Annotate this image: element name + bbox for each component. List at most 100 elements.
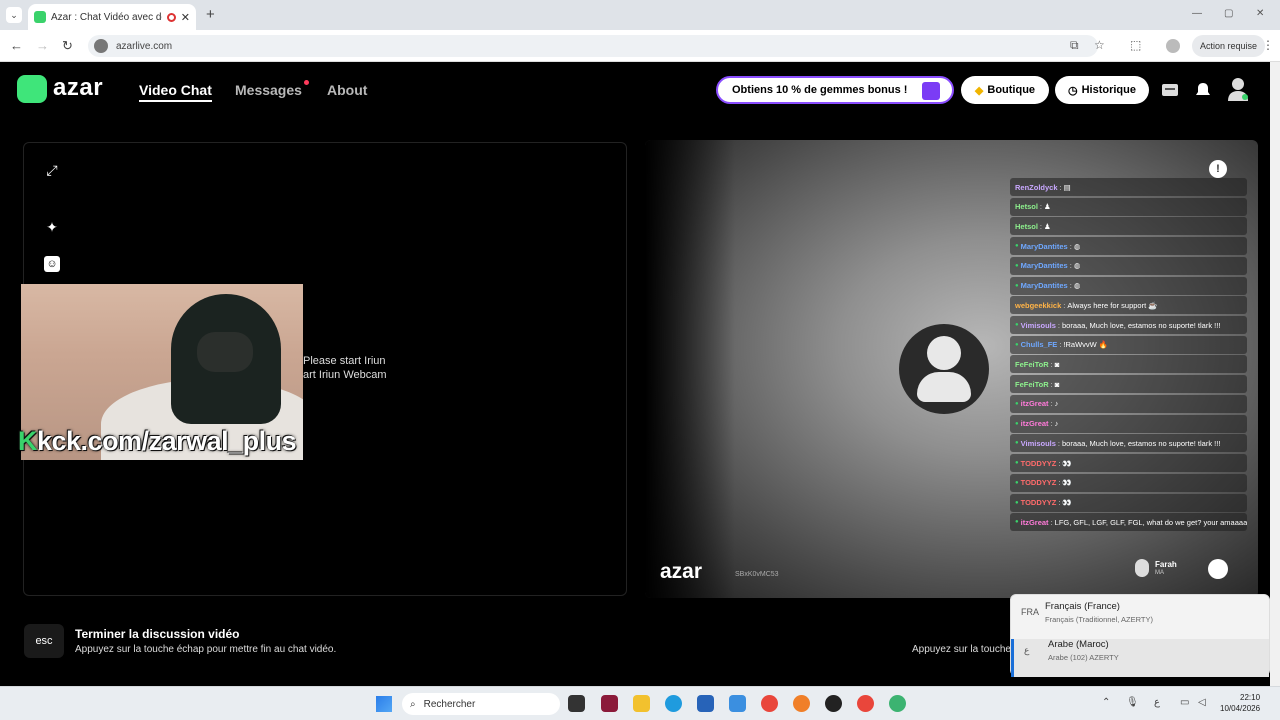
forward-button[interactable]: → (36, 38, 49, 53)
nav-messages[interactable]: Messages (235, 82, 302, 98)
mirrored-webcam-prompt-line2: art Iriun Webcam (303, 369, 387, 381)
language-option-french[interactable]: FRA Français (France) Français (Traditio… (1011, 601, 1269, 639)
gift-icon (922, 82, 940, 100)
overlay-link-text: kck.com/zarwal_plus (37, 426, 297, 456)
chrome-icon[interactable] (761, 695, 778, 712)
network-icon[interactable]: ▭ (1180, 697, 1189, 708)
chat-text: ▤ (1063, 182, 1071, 192)
browser-tab-strip: ⌄ Azar : Chat Vidéo avec de n ✕ + — ▢ ✕ (0, 0, 1280, 30)
chat-text: ♟ (1044, 202, 1051, 212)
chat-text: ◍ (1073, 261, 1081, 271)
magic-wand-effects-icon[interactable]: ✦ (44, 219, 60, 235)
close-tab-icon[interactable]: ✕ (181, 11, 190, 24)
esc-key-badge[interactable]: esc (24, 624, 64, 658)
close-window-button[interactable]: ✕ (1256, 8, 1264, 19)
tab-search-menu-icon[interactable]: ⌄ (6, 7, 22, 23)
chat-username: MaryDantites (1020, 261, 1068, 271)
chrome-active-icon[interactable] (857, 695, 874, 712)
install-app-icon[interactable]: ⧉ (1070, 38, 1079, 53)
chat-username: Hetsol (1015, 221, 1038, 231)
chat-text: boraaa, Much love, estamos no suporte! t… (1062, 320, 1221, 330)
edge-icon[interactable] (665, 695, 682, 712)
shop-label: Boutique (987, 84, 1036, 96)
gem-bonus-promo-button[interactable]: Obtiens 10 % de gemmes bonus ! (716, 76, 954, 104)
history-button[interactable]: ◷ Historique (1055, 76, 1149, 104)
tray-overflow-icon[interactable]: ⌃ (1102, 697, 1110, 708)
chat-separator: : (1069, 241, 1072, 251)
url-text: azarlive.com (116, 40, 173, 52)
app-icon-1[interactable] (601, 695, 618, 712)
obs-icon[interactable] (825, 695, 842, 712)
tray-microphone-icon[interactable]: 🎙 (1126, 697, 1139, 708)
back-button[interactable]: ← (10, 38, 23, 53)
end-video-chat-title: Terminer la discussion vidéo (75, 627, 240, 641)
chat-separator: : (1058, 478, 1061, 488)
new-tab-button[interactable]: + (206, 6, 215, 23)
browser-tab[interactable]: Azar : Chat Vidéo avec de n ✕ (28, 4, 196, 30)
face-filter-icon[interactable]: ☺ (44, 256, 60, 272)
chat-username: TODDYYZ (1020, 498, 1057, 507)
page-scrollbar[interactable] (1270, 62, 1280, 686)
action-required-button[interactable]: Action requise (1192, 35, 1266, 57)
browser-menu-icon[interactable]: ⋮ (1262, 38, 1274, 52)
language-layout: Arabe (102) AZERTY (1048, 653, 1119, 662)
chat-separator: : (1069, 281, 1072, 291)
chat-message: ● Vimisouls: boraaa, Much love, estamos no… (1010, 316, 1247, 335)
chat-bubble-button[interactable] (1208, 559, 1228, 579)
store-icon[interactable] (697, 695, 714, 712)
taskbar-clock[interactable]: 22:10 10/04/2026 (1220, 692, 1260, 714)
azar-logo-icon[interactable] (17, 75, 47, 103)
session-code: SBxK0vMC53 (735, 571, 779, 578)
chat-separator: : (1059, 340, 1062, 350)
video-edge-shade (645, 140, 735, 598)
chat-message: ● MaryDantites: ◍ (1010, 276, 1247, 295)
partner-country: MA (1155, 570, 1164, 576)
app-icon-2[interactable] (729, 695, 746, 712)
maximize-button[interactable]: ▢ (1224, 8, 1233, 19)
verified-badge-icon: ● (1015, 322, 1019, 329)
language-option-arabic[interactable]: ع Arabe (Maroc) Arabe (102) AZERTY (1011, 639, 1269, 677)
chat-text: ♪ (1054, 419, 1059, 429)
verified-badge-icon: ● (1015, 341, 1019, 348)
chrome-profile-icon[interactable] (889, 695, 906, 712)
chat-message: ● itzGreat: LFG, GFL, LGF, GLF, FGL, what … (1010, 513, 1247, 532)
url-field[interactable]: azarlive.com (88, 35, 1098, 57)
chat-text: boraaa, Much love, estamos no suporte! t… (1062, 438, 1221, 448)
site-info-icon[interactable] (94, 39, 108, 53)
minimize-button[interactable]: — (1192, 8, 1202, 19)
azar-watermark: azar (660, 560, 703, 583)
report-shield-icon[interactable]: ! (1209, 160, 1227, 178)
expand-icon[interactable]: ⤢ (44, 162, 60, 178)
nav-about[interactable]: About (327, 82, 367, 98)
chat-text: ◙ (1054, 359, 1060, 369)
bookmark-star-icon[interactable]: ☆ (1094, 38, 1105, 52)
microphone-app-icon[interactable] (793, 695, 810, 712)
language-layout: Français (Traditionnel, AZERTY) (1045, 615, 1153, 624)
volume-icon[interactable]: ◁ (1198, 697, 1206, 708)
chat-separator: : (1058, 458, 1061, 468)
chat-text: LFG, GFL, LGF, GLF, FGL, what do we get?… (1054, 517, 1247, 527)
bell-icon[interactable] (1194, 82, 1212, 98)
chat-username: itzGreat (1020, 419, 1049, 429)
file-explorer-icon[interactable] (633, 695, 650, 712)
logo-text[interactable]: azar (53, 74, 103, 102)
address-bar-row: ← → ↻ azarlive.com ⧉ ☆ ⬚ Action requise … (0, 30, 1280, 62)
task-view-icon[interactable] (568, 695, 585, 712)
nav-video-chat[interactable]: Video Chat (139, 82, 212, 102)
taskbar-search-box[interactable]: ⌕ Rechercher (402, 693, 560, 715)
extensions-icon[interactable]: ⬚ (1130, 38, 1141, 52)
partner-info[interactable]: Farah MA (1135, 559, 1177, 577)
end-video-chat-hint: Appuyez sur la touche échap pour mettre … (75, 644, 337, 655)
windows-start-icon[interactable] (376, 696, 392, 712)
language-code: FRA (1021, 607, 1039, 617)
azar-favicon-icon (34, 11, 46, 23)
user-avatar-icon[interactable] (1228, 77, 1248, 101)
inbox-icon[interactable] (1161, 82, 1179, 98)
input-language-indicator[interactable]: ع (1154, 697, 1160, 708)
reload-button[interactable]: ↻ (62, 38, 73, 54)
shop-button[interactable]: ◆ Boutique (961, 76, 1049, 104)
language-name: Français (France) (1045, 601, 1120, 612)
profile-avatar[interactable] (1166, 39, 1180, 53)
language-code: ع (1024, 645, 1030, 655)
chat-message: webgeekkick: Always here for support ☕ (1010, 296, 1247, 315)
